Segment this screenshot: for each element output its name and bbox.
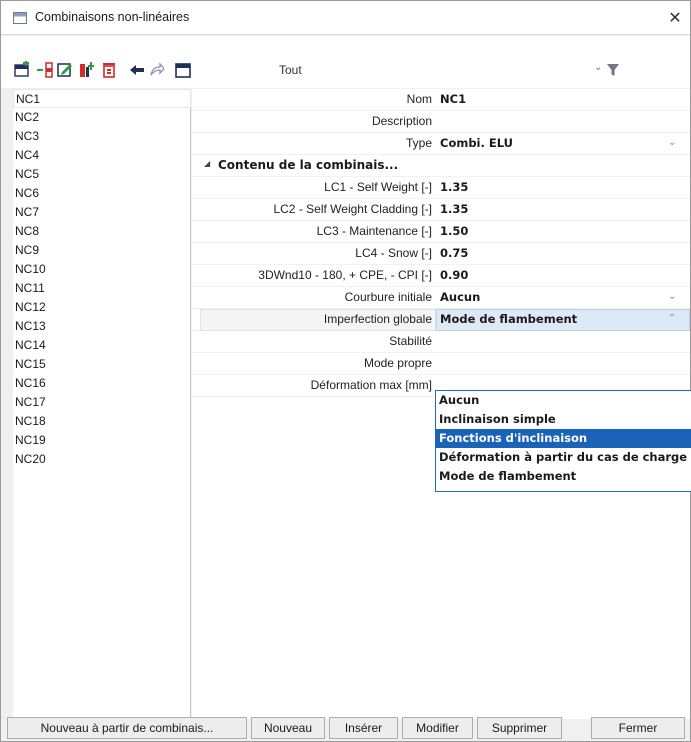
list-item[interactable]: NC8 [13,222,191,241]
list-item[interactable]: NC17 [13,393,191,412]
list-item[interactable]: NC6 [13,184,191,203]
list-item[interactable]: NC12 [13,298,191,317]
list-item[interactable]: NC15 [13,355,191,374]
list-item[interactable]: NC9 [13,241,191,260]
redo-icon[interactable] [148,61,164,79]
list-item[interactable]: NC1 [13,89,191,108]
delete-icon[interactable] [101,61,117,79]
collapse-triangle-icon[interactable]: ◢ [204,159,210,168]
list-item[interactable]: NC4 [13,146,191,165]
funnel-icon[interactable] [607,63,619,80]
edit-icon[interactable] [57,61,73,79]
insert-icon[interactable] [37,61,53,79]
prop-row-lc4[interactable]: LC4 - Snow [-] 0.75 [192,243,690,265]
prop-label: Description [371,114,432,128]
new-button[interactable]: Nouveau [251,717,325,739]
coefficient-field[interactable]: 1.35 [440,180,468,194]
prop-label: Type [405,136,432,150]
list-item[interactable]: NC19 [13,431,191,450]
filter-label[interactable]: Tout [279,63,302,77]
coefficient-field[interactable]: 0.90 [440,268,468,282]
coefficient-field[interactable]: 0.75 [440,246,468,260]
copy-icon[interactable] [79,61,95,79]
window-title: Combinaisons non-linéaires [35,10,190,24]
prop-row-description[interactable]: Description [192,111,690,133]
global-imperfection-select[interactable]: Mode de flambement [440,312,577,326]
new-icon[interactable] [14,61,30,79]
list-item[interactable]: NC5 [13,165,191,184]
list-item[interactable]: NC14 [13,336,191,355]
table-icon[interactable] [175,61,191,79]
new-from-combination-button[interactable]: Nouveau à partir de combinais... [7,717,247,739]
prop-row-mode-propre[interactable]: Mode propre [192,353,690,375]
initial-curvature-select[interactable]: Aucun [440,290,480,304]
prop-row-stabilite[interactable]: Stabilité [192,331,690,353]
combination-list[interactable]: NC1 NC2 NC3 NC4 NC5 NC6 NC7 NC8 NC9 NC10 NC11 NC12 N… [13,89,191,719]
name-field[interactable]: NC1 [440,92,466,106]
insert-button[interactable]: Insérer [329,717,398,739]
prop-label: Déformation max [mm] [310,378,432,392]
list-item[interactable]: NC3 [13,127,191,146]
imperfection-dropdown-list[interactable]: Aucun Inclinaison simple Fonctions d'inc… [435,390,691,492]
toolbar: Tout ⌄ [1,36,690,88]
dropdown-option[interactable]: Mode de flambement [436,467,691,486]
list-item[interactable]: NC13 [13,317,191,336]
prop-label: Imperfection globale [323,312,432,326]
prop-row-lc1[interactable]: LC1 - Self Weight [-] 1.35 [192,177,690,199]
prop-label: LC4 - Snow [-] [355,246,432,260]
chevron-down-icon[interactable]: ⌄ [594,62,602,73]
prop-label: Nom [406,92,432,106]
prop-label: 3DWnd10 - 180, + CPE, - CPI [-] [258,268,432,282]
type-select[interactable]: Combi. ELU [440,136,513,150]
dropdown-option[interactable]: Inclinaison simple [436,410,691,429]
prop-label: LC2 - Self Weight Cladding [-] [273,202,432,216]
list-item[interactable]: NC11 [13,279,191,298]
prop-label: LC3 - Maintenance [-] [316,224,432,238]
list-item[interactable]: NC10 [13,260,191,279]
chevron-down-icon[interactable]: ⌄ [668,137,676,148]
prop-row-nom[interactable]: Nom NC1 [192,89,690,111]
list-item[interactable]: NC16 [13,374,191,393]
section-label: Contenu de la combinais... [218,158,399,172]
prop-row-imperfection[interactable]: Imperfection globale Mode de flambement … [192,309,690,331]
prop-row-lc2[interactable]: LC2 - Self Weight Cladding [-] 1.35 [192,199,690,221]
dropdown-option[interactable]: Aucun [436,391,691,410]
toolbar-row: Tout ⌄ [1,56,690,86]
modify-button[interactable]: Modifier [402,717,473,739]
dropdown-option[interactable]: Déformation à partir du cas de charge [436,448,691,467]
chevron-down-icon[interactable]: ⌄ [668,291,676,302]
close-window-button[interactable]: ✕ [663,6,687,30]
title-bar: Combinaisons non-linéaires ✕ [1,1,690,35]
prop-label: Courbure initiale [344,290,432,304]
section-combination-content[interactable]: ◢ Contenu de la combinais... [192,155,690,177]
prop-label: Stabilité [389,334,432,348]
list-item[interactable]: NC20 [13,450,191,469]
prop-label: Mode propre [363,356,432,370]
prop-row-type[interactable]: Type Combi. ELU ⌄ [192,133,690,155]
coefficient-field[interactable]: 1.35 [440,202,468,216]
list-item[interactable]: NC2 [13,108,191,127]
close-button[interactable]: Fermer [591,717,685,739]
delete-button[interactable]: Supprimer [477,717,562,739]
prop-row-lc3[interactable]: LC3 - Maintenance [-] 1.50 [192,221,690,243]
list-item[interactable]: NC7 [13,203,191,222]
undo-icon[interactable] [129,61,145,79]
list-item[interactable]: NC18 [13,412,191,431]
coefficient-field[interactable]: 1.50 [440,224,468,238]
chevron-up-icon[interactable]: ⌃ [668,313,676,324]
window-app-icon [13,12,27,24]
dialog-window: Combinaisons non-linéaires ✕ Tout ⌄ NC1 … [0,0,691,742]
prop-row-wind[interactable]: 3DWnd10 - 180, + CPE, - CPI [-] 0.90 [192,265,690,287]
dropdown-option-highlighted[interactable]: Fonctions d'inclinaison [436,429,691,448]
prop-row-courbure[interactable]: Courbure initiale Aucun ⌄ [192,287,690,309]
prop-label: LC1 - Self Weight [-] [324,180,432,194]
